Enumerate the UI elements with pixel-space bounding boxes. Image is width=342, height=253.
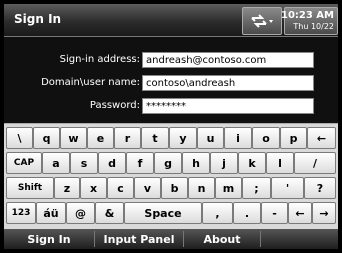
domain-user-label: Domain\user name: bbox=[41, 77, 140, 88]
key-i[interactable]: i bbox=[224, 127, 252, 149]
about-softkey[interactable]: About bbox=[184, 229, 260, 249]
key-d[interactable]: d bbox=[98, 152, 126, 174]
password-row: Password: ******** bbox=[4, 98, 338, 116]
input-panel-softkey[interactable]: Input Panel bbox=[95, 229, 183, 249]
key-m[interactable]: m bbox=[215, 177, 242, 199]
domain-user-row: Domain\user name: contoso\andreash bbox=[4, 75, 338, 93]
key-g[interactable]: g bbox=[154, 152, 182, 174]
key-u[interactable]: u bbox=[197, 127, 224, 149]
key-w[interactable]: w bbox=[60, 127, 87, 149]
page-title: Sign In bbox=[14, 12, 62, 26]
key-l[interactable]: l bbox=[266, 152, 294, 174]
key-z[interactable]: z bbox=[54, 177, 80, 199]
key-shift[interactable]: Shift bbox=[6, 177, 54, 199]
key-apostrophe[interactable]: ' bbox=[271, 177, 304, 199]
password-field[interactable]: ******** bbox=[142, 98, 314, 114]
signin-address-label: Sign-in address: bbox=[59, 54, 140, 65]
key-t[interactable]: t bbox=[141, 127, 169, 149]
key-caps[interactable]: CAP bbox=[6, 152, 42, 174]
key-x[interactable]: x bbox=[80, 177, 107, 199]
key-backslash[interactable]: \ bbox=[6, 127, 33, 149]
domain-user-field[interactable]: contoso\andreash bbox=[142, 75, 314, 91]
signin-address-row: Sign-in address: andreash@contoso.com bbox=[4, 52, 338, 70]
device-screen: Sign In 10:23 AM Thu 10/22 Sign-in addre… bbox=[4, 4, 338, 249]
key-accents[interactable]: áü bbox=[36, 202, 66, 224]
password-label: Password: bbox=[89, 100, 140, 111]
key-numeric[interactable]: 123 bbox=[6, 202, 36, 224]
right-arrow-key[interactable]: → bbox=[312, 202, 336, 224]
signin-softkey[interactable]: Sign In bbox=[4, 229, 94, 249]
clock[interactable]: 10:23 AM Thu 10/22 bbox=[280, 7, 338, 35]
left-arrow-key[interactable]: ← bbox=[288, 202, 312, 224]
key-o[interactable]: o bbox=[252, 127, 280, 149]
key-a[interactable]: a bbox=[42, 152, 70, 174]
key-period[interactable]: . bbox=[233, 202, 261, 224]
key-at[interactable]: @ bbox=[66, 202, 95, 224]
key-comma[interactable]: , bbox=[202, 202, 233, 224]
signin-form: Sign-in address: andreash@contoso.com Do… bbox=[4, 37, 338, 123]
key-v[interactable]: v bbox=[134, 177, 161, 199]
signin-address-field[interactable]: andreash@contoso.com bbox=[142, 52, 314, 68]
key-semicolon[interactable]: ; bbox=[242, 177, 271, 199]
clock-time: 10:23 AM bbox=[280, 10, 334, 21]
key-y[interactable]: y bbox=[169, 127, 197, 149]
key-c[interactable]: c bbox=[107, 177, 134, 199]
space-key[interactable]: Space bbox=[124, 202, 202, 224]
key-h[interactable]: h bbox=[182, 152, 210, 174]
key-ampersand[interactable]: & bbox=[95, 202, 124, 224]
key-f[interactable]: f bbox=[126, 152, 154, 174]
softkey-bar: Sign In Input Panel About bbox=[4, 229, 338, 249]
clock-date: Thu 10/22 bbox=[293, 22, 334, 31]
key-b[interactable]: b bbox=[161, 177, 188, 199]
key-p[interactable]: p bbox=[280, 127, 307, 149]
key-e[interactable]: e bbox=[87, 127, 114, 149]
key-slash[interactable]: / bbox=[294, 152, 336, 174]
key-j[interactable]: j bbox=[210, 152, 238, 174]
key-q[interactable]: q bbox=[33, 127, 60, 149]
key-question[interactable]: ? bbox=[304, 177, 336, 199]
key-k[interactable]: k bbox=[238, 152, 266, 174]
key-s[interactable]: s bbox=[70, 152, 98, 174]
backspace-key[interactable]: ← bbox=[307, 127, 336, 149]
connectivity-button[interactable] bbox=[242, 7, 282, 35]
key-r[interactable]: r bbox=[114, 127, 141, 149]
softkey-separator bbox=[260, 231, 261, 247]
key-hyphen[interactable]: - bbox=[261, 202, 288, 224]
connectivity-icon bbox=[251, 14, 273, 28]
key-n[interactable]: n bbox=[188, 177, 215, 199]
title-bar: Sign In 10:23 AM Thu 10/22 bbox=[4, 4, 338, 37]
soft-keyboard: \ q w e r t y u i o p ← CAP a s d f g h … bbox=[4, 123, 338, 230]
